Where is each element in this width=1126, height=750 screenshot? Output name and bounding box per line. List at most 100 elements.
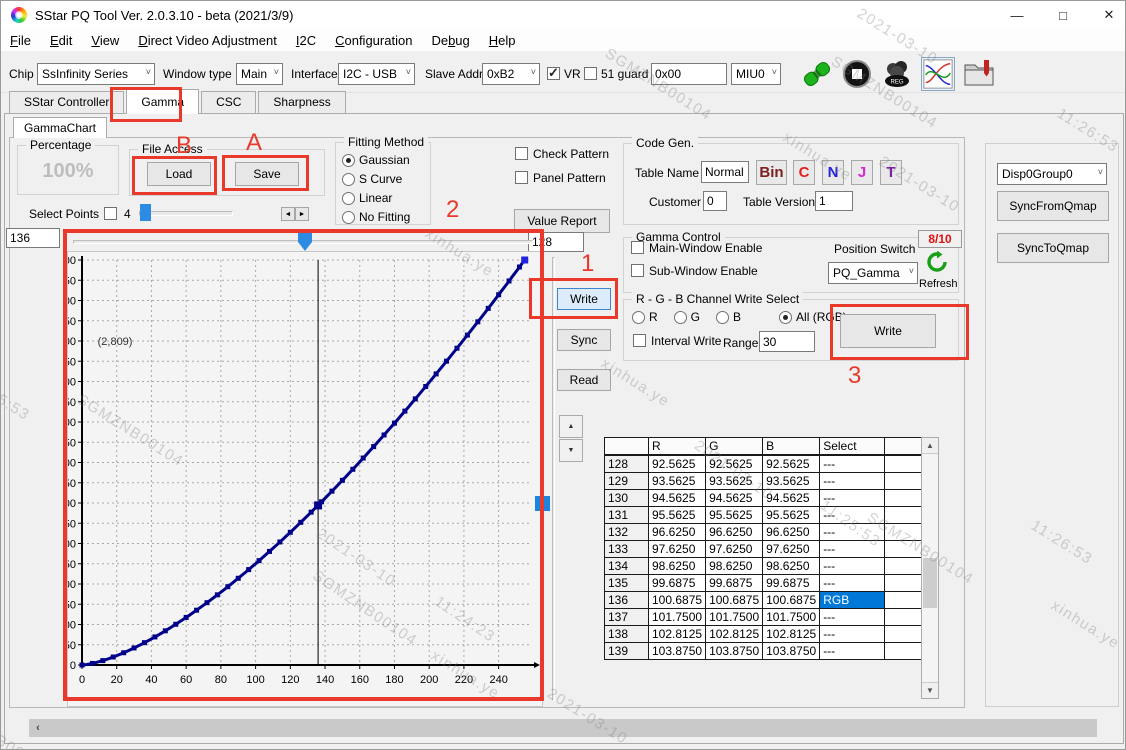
- vertical-slider-track[interactable]: [552, 257, 555, 701]
- channel-write-button[interactable]: Write: [840, 314, 936, 348]
- refresh-icon[interactable]: [926, 251, 948, 273]
- gamma-chart[interactable]: 0501001502002503003504004505005506006507…: [67, 251, 543, 707]
- fitting-option-no-fitting[interactable]: No Fitting: [342, 210, 410, 224]
- sync-button[interactable]: Sync: [557, 329, 611, 351]
- read-button[interactable]: Read: [557, 369, 611, 391]
- panel-pattern-checkbox[interactable]: [515, 171, 528, 184]
- scroll-down-icon[interactable]: ▼: [922, 682, 938, 698]
- save-button[interactable]: Save: [235, 162, 299, 186]
- table-row[interactable]: 13296.625096.625096.6250---: [605, 524, 927, 541]
- n-gen-button[interactable]: N: [822, 160, 844, 185]
- tab-gammachart[interactable]: GammaChart: [13, 117, 107, 138]
- tab-sharpness[interactable]: Sharpness: [258, 91, 345, 114]
- sync-from-qmap-button[interactable]: SyncFromQmap: [997, 191, 1109, 221]
- t-gen-button[interactable]: T: [880, 160, 902, 185]
- radio-icon[interactable]: [632, 311, 645, 324]
- disp-group-select[interactable]: Disp0Group0˅: [997, 163, 1107, 185]
- gamma-value-table[interactable]: RGBSelect12892.562592.562592.5625---1299…: [604, 437, 927, 660]
- tab-sstar-controller[interactable]: SStar Controller: [9, 91, 124, 114]
- write-button[interactable]: Write: [557, 288, 611, 310]
- fitting-option-linear[interactable]: Linear: [342, 191, 410, 205]
- stop-icon[interactable]: [840, 57, 874, 91]
- arrow-right-icon[interactable]: ►: [295, 207, 309, 221]
- j-gen-button[interactable]: J: [851, 160, 873, 185]
- channel-option-all-rgb[interactable]: All (RGB): [779, 310, 847, 324]
- gamma-curve-plot[interactable]: 0501001502002503003504004505005506006507…: [68, 252, 544, 708]
- menu-item-direct-video-adjustment[interactable]: Direct Video Adjustment: [138, 33, 277, 48]
- table-scrollbar[interactable]: ▲ ▼: [921, 437, 939, 699]
- menu-item-help[interactable]: Help: [489, 33, 516, 48]
- curves-icon[interactable]: [921, 57, 955, 91]
- maximize-button[interactable]: □: [1041, 1, 1085, 29]
- position-switch-select[interactable]: PQ_Gamma˅: [828, 262, 918, 284]
- close-button[interactable]: ✕: [1087, 1, 1126, 29]
- table-row[interactable]: 13094.562594.562594.5625---: [605, 490, 927, 507]
- channel-option-b[interactable]: B: [716, 310, 741, 324]
- scroll-up-icon[interactable]: ▲: [922, 438, 938, 454]
- table-version-field[interactable]: 1: [815, 191, 853, 211]
- interval-write-checkbox[interactable]: [633, 334, 646, 347]
- end-index-field[interactable]: 128: [528, 232, 584, 252]
- table-row[interactable]: 13498.625098.625098.6250---: [605, 558, 927, 575]
- interface-select[interactable]: I2C - USB˅: [338, 63, 415, 85]
- c-gen-button[interactable]: C: [793, 160, 815, 185]
- guard51-checkbox[interactable]: [584, 67, 597, 80]
- select-points-checkbox[interactable]: [104, 207, 117, 220]
- radio-icon[interactable]: [342, 173, 355, 186]
- value-report-button[interactable]: Value Report: [514, 209, 610, 233]
- radio-icon[interactable]: [342, 154, 355, 167]
- spin-up-icon[interactable]: ▲: [559, 415, 583, 438]
- table-row[interactable]: 138102.8125102.8125102.8125---: [605, 626, 927, 643]
- table-row[interactable]: 12892.562592.562592.5625---: [605, 455, 927, 473]
- save-folder-icon[interactable]: [962, 57, 996, 91]
- sync-to-qmap-button[interactable]: SyncToQmap: [997, 233, 1109, 263]
- bin-gen-button[interactable]: Bin: [756, 160, 787, 185]
- menu-item-configuration[interactable]: Configuration: [335, 33, 412, 48]
- window-type-select[interactable]: Main˅: [236, 63, 283, 85]
- vertical-slider-handle[interactable]: [535, 496, 550, 511]
- radio-icon[interactable]: [779, 311, 792, 324]
- radio-icon[interactable]: [342, 192, 355, 205]
- menu-item-edit[interactable]: Edit: [50, 33, 72, 48]
- radio-icon[interactable]: [716, 311, 729, 324]
- scrollbar-thumb[interactable]: [923, 558, 937, 608]
- slave-addr-select[interactable]: 0xB2˅: [482, 63, 540, 85]
- table-row[interactable]: 136100.6875100.6875100.6875RGB: [605, 592, 927, 609]
- scroll-left-icon[interactable]: ‹: [29, 722, 47, 734]
- radio-icon[interactable]: [342, 211, 355, 224]
- menu-item-view[interactable]: View: [91, 33, 119, 48]
- table-row[interactable]: 13599.687599.687599.6875---: [605, 575, 927, 592]
- tab-gamma[interactable]: Gamma: [126, 89, 199, 114]
- table-row[interactable]: 139103.8750103.8750103.8750---: [605, 643, 927, 660]
- horizontal-scrollbar[interactable]: ‹: [29, 719, 1097, 737]
- channel-option-r[interactable]: R: [632, 310, 658, 324]
- reg-dump-icon[interactable]: REG: [880, 57, 914, 91]
- spin-down-icon[interactable]: ▼: [559, 439, 583, 462]
- table-row[interactable]: 12993.562593.562593.5625---: [605, 473, 927, 490]
- miu-select[interactable]: MIU0˅: [731, 63, 781, 85]
- chip-select[interactable]: SsInfinity Series˅: [37, 63, 155, 85]
- select-points-slider-handle[interactable]: [140, 204, 151, 221]
- fitting-option-gaussian[interactable]: Gaussian: [342, 153, 410, 167]
- table-row[interactable]: 13397.625097.625097.6250---: [605, 541, 927, 558]
- select-points-slider-track[interactable]: [139, 211, 233, 216]
- vr-checkbox[interactable]: [547, 67, 560, 80]
- range-field[interactable]: 30: [759, 331, 815, 352]
- tab-csc[interactable]: CSC: [201, 91, 256, 114]
- start-index-field[interactable]: 136: [6, 228, 60, 248]
- table-row[interactable]: 13195.562595.562595.5625---: [605, 507, 927, 524]
- radio-icon[interactable]: [674, 311, 687, 324]
- connect-icon[interactable]: [800, 57, 834, 91]
- menu-item-i2c[interactable]: I2C: [296, 33, 316, 48]
- load-button[interactable]: Load: [147, 162, 211, 186]
- minimize-button[interactable]: —: [995, 1, 1039, 29]
- check-pattern-checkbox[interactable]: [515, 147, 528, 160]
- menu-item-file[interactable]: File: [10, 33, 31, 48]
- channel-option-g[interactable]: G: [674, 310, 700, 324]
- arrow-left-icon[interactable]: ◄: [281, 207, 295, 221]
- reg-addr-field[interactable]: 0x00: [651, 63, 727, 85]
- table-row[interactable]: 137101.7500101.7500101.7500---: [605, 609, 927, 626]
- main-window-enable-checkbox[interactable]: [631, 241, 644, 254]
- table-name-field[interactable]: Normal: [701, 161, 749, 183]
- menu-item-debug[interactable]: Debug: [431, 33, 469, 48]
